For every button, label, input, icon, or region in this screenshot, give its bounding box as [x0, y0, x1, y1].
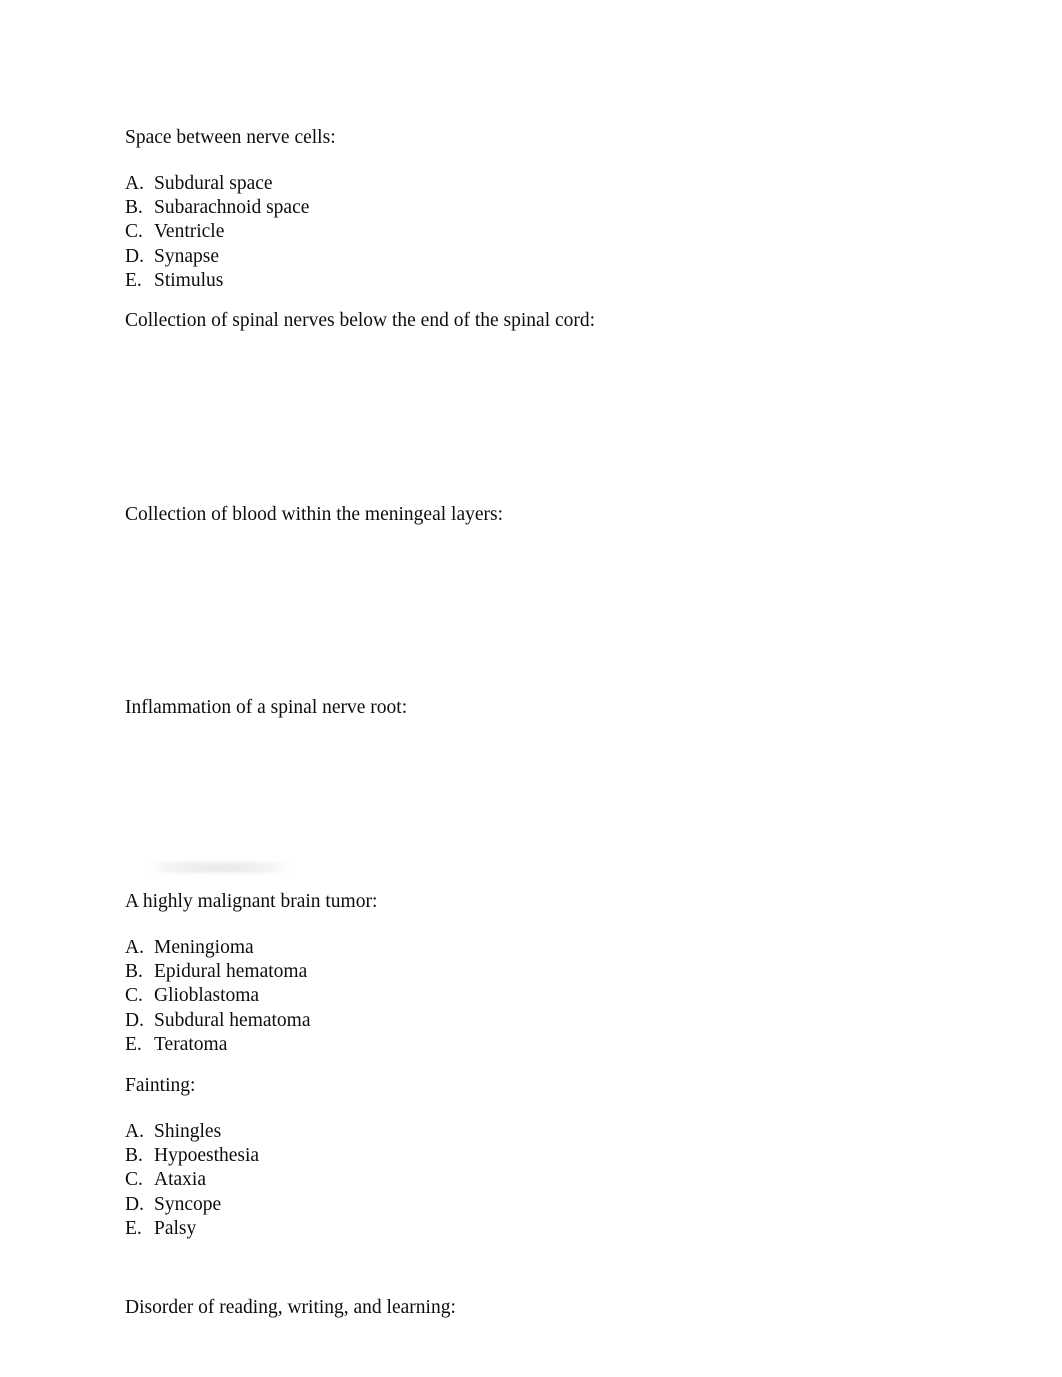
option-label: Syncope: [154, 1193, 222, 1215]
question-prompt-q3: Collection of blood within the meningeal…: [125, 504, 504, 526]
option-label: Ataxia: [154, 1169, 206, 1191]
question-block-q2: Collection of spinal nerves below the en…: [125, 309, 945, 503]
question-prompt-q6: Fainting:: [125, 1075, 196, 1097]
option-marker: D.: [125, 1193, 144, 1215]
option-item[interactable]: C. Ataxia: [125, 1168, 945, 1192]
option-item[interactable]: C. Ventricle: [125, 220, 945, 244]
option-marker: D.: [125, 1009, 144, 1031]
option-marker: B.: [125, 197, 143, 219]
option-item[interactable]: B. Hypoesthesia: [125, 1144, 945, 1168]
question-prompt-q4: Inflammation of a spinal nerve root:: [125, 697, 408, 719]
option-label: Ventricle: [154, 221, 225, 243]
option-list-q1: A. Subdural space B. Subarachnoid space …: [125, 172, 945, 293]
question-block-q7: Disorder of reading, writing, and learni…: [125, 1296, 945, 1377]
option-item[interactable]: B. Subarachnoid space: [125, 196, 945, 220]
option-item[interactable]: C. Glioblastoma: [125, 984, 945, 1008]
option-marker: A.: [125, 173, 144, 194]
option-label: Palsy: [154, 1217, 197, 1239]
option-item[interactable]: E. Teratoma: [125, 1033, 945, 1057]
option-item[interactable]: D. Subdural hematoma: [125, 1009, 945, 1033]
option-item[interactable]: D. Syncope: [125, 1193, 945, 1217]
question-block-q6: Fainting: A. Shingles B. Hypoesthesia C.…: [125, 1074, 945, 1241]
blank-answer-region-q2: [125, 333, 945, 503]
option-label: Shingles: [154, 1121, 222, 1143]
option-label: Subdural space: [154, 173, 273, 194]
option-item[interactable]: A. Meningioma: [125, 936, 945, 960]
option-item[interactable]: D. Synapse: [125, 245, 945, 269]
question-prompt-q5: A highly malignant brain tumor:: [125, 891, 378, 913]
option-label: Hypoesthesia: [154, 1145, 260, 1167]
question-prompt-q7: Disorder of reading, writing, and learni…: [125, 1297, 456, 1319]
question-prompt-q2: Collection of spinal nerves below the en…: [125, 310, 596, 332]
option-item[interactable]: B. Epidural hematoma: [125, 960, 945, 984]
option-item[interactable]: A. Subdural space: [125, 172, 945, 196]
option-list-q6: A. Shingles B. Hypoesthesia C. Ataxia D.…: [125, 1120, 945, 1241]
option-marker: C.: [125, 221, 143, 243]
question-prompt-q1: Space between nerve cells:: [125, 127, 336, 148]
option-marker: A.: [125, 937, 144, 959]
question-block-q1: Space between nerve cells: A. Subdural s…: [125, 126, 945, 293]
option-marker: B.: [125, 961, 143, 983]
option-marker: E.: [125, 1033, 142, 1055]
question-block-q4: Inflammation of a spinal nerve root:: [125, 696, 945, 890]
document-body: Space between nerve cells: A. Subdural s…: [125, 126, 945, 1377]
option-label: Subdural hematoma: [154, 1009, 311, 1031]
option-label: Glioblastoma: [154, 985, 260, 1007]
option-label: Stimulus: [154, 269, 224, 291]
option-item[interactable]: A. Shingles: [125, 1120, 945, 1144]
option-marker: C.: [125, 1169, 143, 1191]
option-label: Subarachnoid space: [154, 197, 310, 219]
option-list-q5: A. Meningioma B. Epidural hematoma C. Gl…: [125, 936, 945, 1057]
question-block-q3: Collection of blood within the meningeal…: [125, 503, 945, 696]
blank-answer-region-q4: [125, 720, 945, 890]
option-marker: E.: [125, 1217, 142, 1239]
option-item[interactable]: E. Stimulus: [125, 269, 945, 293]
option-marker: A.: [125, 1121, 144, 1143]
option-label: Epidural hematoma: [154, 961, 308, 983]
option-label: Synapse: [154, 245, 219, 267]
option-marker: D.: [125, 245, 144, 267]
blank-answer-region-q3: [125, 527, 945, 696]
document-page: Space between nerve cells: A. Subdural s…: [0, 0, 1062, 1377]
option-label: Meningioma: [154, 937, 254, 959]
question-block-q5: A highly malignant brain tumor: A. Menin…: [125, 890, 945, 1057]
option-marker: E.: [125, 269, 142, 291]
option-item[interactable]: E. Palsy: [125, 1217, 945, 1241]
blank-answer-region-q7: [125, 1320, 945, 1377]
option-marker: B.: [125, 1145, 143, 1167]
option-marker: C.: [125, 985, 143, 1007]
option-label: Teratoma: [154, 1033, 228, 1055]
